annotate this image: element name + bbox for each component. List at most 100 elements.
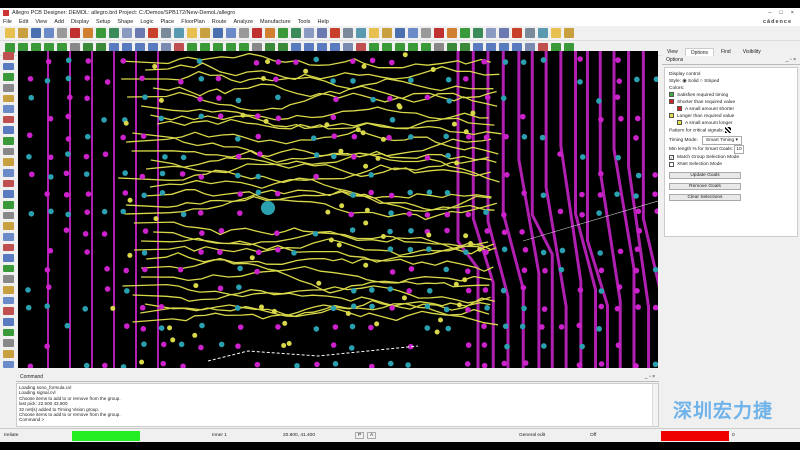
pattern-swatch-icon[interactable]: [725, 127, 732, 133]
toolbar-button-icon[interactable]: [382, 28, 392, 38]
menu-manufacture[interactable]: Manufacture: [260, 19, 291, 25]
toolbar-button-icon[interactable]: [3, 232, 14, 241]
command-scrollbar[interactable]: [652, 384, 658, 426]
toolbar-button-icon[interactable]: [434, 28, 444, 38]
toolbar-button-icon[interactable]: [343, 28, 353, 38]
command-output[interactable]: Loading sono_formula.cvl Loading signal.c…: [16, 383, 659, 427]
toolbar-button-icon[interactable]: [356, 28, 366, 38]
toolbar-button-icon[interactable]: [109, 28, 119, 38]
toolbar-button-icon[interactable]: [3, 318, 14, 326]
toolbar-button-icon[interactable]: [18, 28, 28, 38]
color-swatch[interactable]: [669, 113, 674, 119]
toolbar-button-icon[interactable]: [3, 137, 14, 145]
toolbar-button-icon[interactable]: [460, 28, 470, 38]
toolbar-button-icon[interactable]: [161, 28, 171, 38]
toolbar-button-icon[interactable]: [486, 28, 496, 38]
radio-solid[interactable]: ◉ Solid: [682, 79, 698, 84]
menu-shape[interactable]: Shape: [117, 19, 133, 25]
toolbar-button-icon[interactable]: [3, 190, 14, 198]
toolbar-button-icon[interactable]: [3, 222, 14, 230]
toolbar-button-icon[interactable]: [3, 94, 14, 103]
menu-place[interactable]: Place: [160, 19, 174, 25]
toolbar-button-icon[interactable]: [3, 147, 14, 156]
toolbar-button-icon[interactable]: [3, 73, 14, 81]
menu-route[interactable]: Route: [212, 19, 227, 25]
toolbar-button-icon[interactable]: [408, 28, 418, 38]
xnet-checkbox[interactable]: XNet Selection Mode: [669, 161, 793, 168]
toolbar-button-icon[interactable]: [3, 62, 14, 71]
tab-find[interactable]: Find: [716, 48, 736, 56]
toolbar-button-icon[interactable]: [3, 126, 14, 135]
toolbar-button-icon[interactable]: [317, 28, 327, 38]
menu-file[interactable]: File: [3, 19, 12, 25]
toolbar-button-icon[interactable]: [538, 28, 548, 38]
status-layer[interactable]: Inner 1: [212, 433, 227, 438]
close-button[interactable]: ×: [791, 10, 794, 16]
maximize-button[interactable]: □: [779, 10, 782, 16]
toolbar-button-icon[interactable]: [200, 28, 210, 38]
toolbar-button-icon[interactable]: [148, 28, 158, 38]
toolbar-button-icon[interactable]: [551, 28, 561, 38]
toolbar-button-icon[interactable]: [239, 28, 249, 38]
menu-floorplan[interactable]: FloorPlan: [181, 19, 205, 25]
toolbar-button-icon[interactable]: [3, 179, 14, 188]
tab-view[interactable]: View: [662, 48, 683, 56]
p-button[interactable]: P: [355, 432, 365, 439]
menu-edit[interactable]: Edit: [19, 19, 28, 25]
toolbar-button-icon[interactable]: [96, 28, 106, 38]
color-swatch[interactable]: [677, 120, 682, 126]
update-goals-button[interactable]: Update Goals: [669, 172, 741, 180]
toolbar-button-icon[interactable]: [395, 28, 405, 38]
board-view[interactable]: [18, 51, 665, 370]
toolbar-button-icon[interactable]: [3, 275, 14, 284]
toolbar-button-icon[interactable]: [187, 28, 197, 38]
color-swatch[interactable]: [669, 92, 674, 98]
panel-minimize[interactable]: _: [786, 57, 789, 63]
toolbar-button-icon[interactable]: [3, 83, 14, 92]
toolbar-button-icon[interactable]: [70, 28, 80, 38]
toolbar-button-icon[interactable]: [3, 286, 14, 294]
toolbar-button-icon[interactable]: [3, 211, 14, 220]
toolbar-button-icon[interactable]: [330, 28, 340, 38]
toolbar-button-icon[interactable]: [3, 158, 14, 167]
toolbar-button-icon[interactable]: [226, 28, 236, 38]
toolbar-button-icon[interactable]: [31, 28, 41, 38]
toolbar-button-icon[interactable]: [3, 296, 14, 305]
menu-view[interactable]: View: [35, 19, 47, 25]
a-button[interactable]: A: [367, 432, 377, 439]
menu-display[interactable]: Display: [71, 19, 89, 25]
toolbar-button-icon[interactable]: [44, 28, 54, 38]
toolbar-button-icon[interactable]: [57, 28, 67, 38]
toolbar-button-icon[interactable]: [3, 200, 14, 209]
toolbar-button-icon[interactable]: [564, 28, 574, 38]
remove-goals-button[interactable]: Remove Goals: [669, 183, 741, 191]
toolbar-button-icon[interactable]: [3, 115, 14, 124]
clear-selections-button[interactable]: Clear Selections: [669, 194, 741, 202]
toolbar-button-icon[interactable]: [135, 28, 145, 38]
toolbar-button-icon[interactable]: [525, 28, 535, 38]
menu-help[interactable]: Help: [317, 19, 328, 25]
toolbar-button-icon[interactable]: [3, 105, 14, 113]
command-window-controls[interactable]: _ ▫ ×: [645, 374, 655, 380]
toolbar-button-icon[interactable]: [3, 169, 14, 177]
menu-setup[interactable]: Setup: [96, 19, 110, 25]
tab-visibility[interactable]: Visibility: [738, 48, 766, 56]
toolbar-button-icon[interactable]: [3, 52, 14, 60]
pcb-canvas[interactable]: [18, 51, 665, 370]
color-swatch[interactable]: [677, 106, 682, 112]
toolbar-button-icon[interactable]: [3, 349, 14, 358]
toolbar-button-icon[interactable]: [5, 28, 15, 38]
menu-analyze[interactable]: Analyze: [233, 19, 253, 25]
toolbar-button-icon[interactable]: [447, 28, 457, 38]
min-length-input[interactable]: 10: [734, 145, 745, 155]
toolbar-button-icon[interactable]: [421, 28, 431, 38]
tab-options[interactable]: Options: [684, 48, 714, 56]
toolbar-button-icon[interactable]: [291, 28, 301, 38]
match-group-checkbox[interactable]: ✓ Match Group Selection Mode: [669, 154, 793, 161]
toolbar-button-icon[interactable]: [304, 28, 314, 38]
panel-float[interactable]: ▫: [790, 57, 792, 63]
toolbar-button-icon[interactable]: [174, 28, 184, 38]
toolbar-button-icon[interactable]: [265, 28, 275, 38]
radio-striped[interactable]: ○ Striped: [700, 79, 719, 84]
toolbar-button-icon[interactable]: [512, 28, 522, 38]
